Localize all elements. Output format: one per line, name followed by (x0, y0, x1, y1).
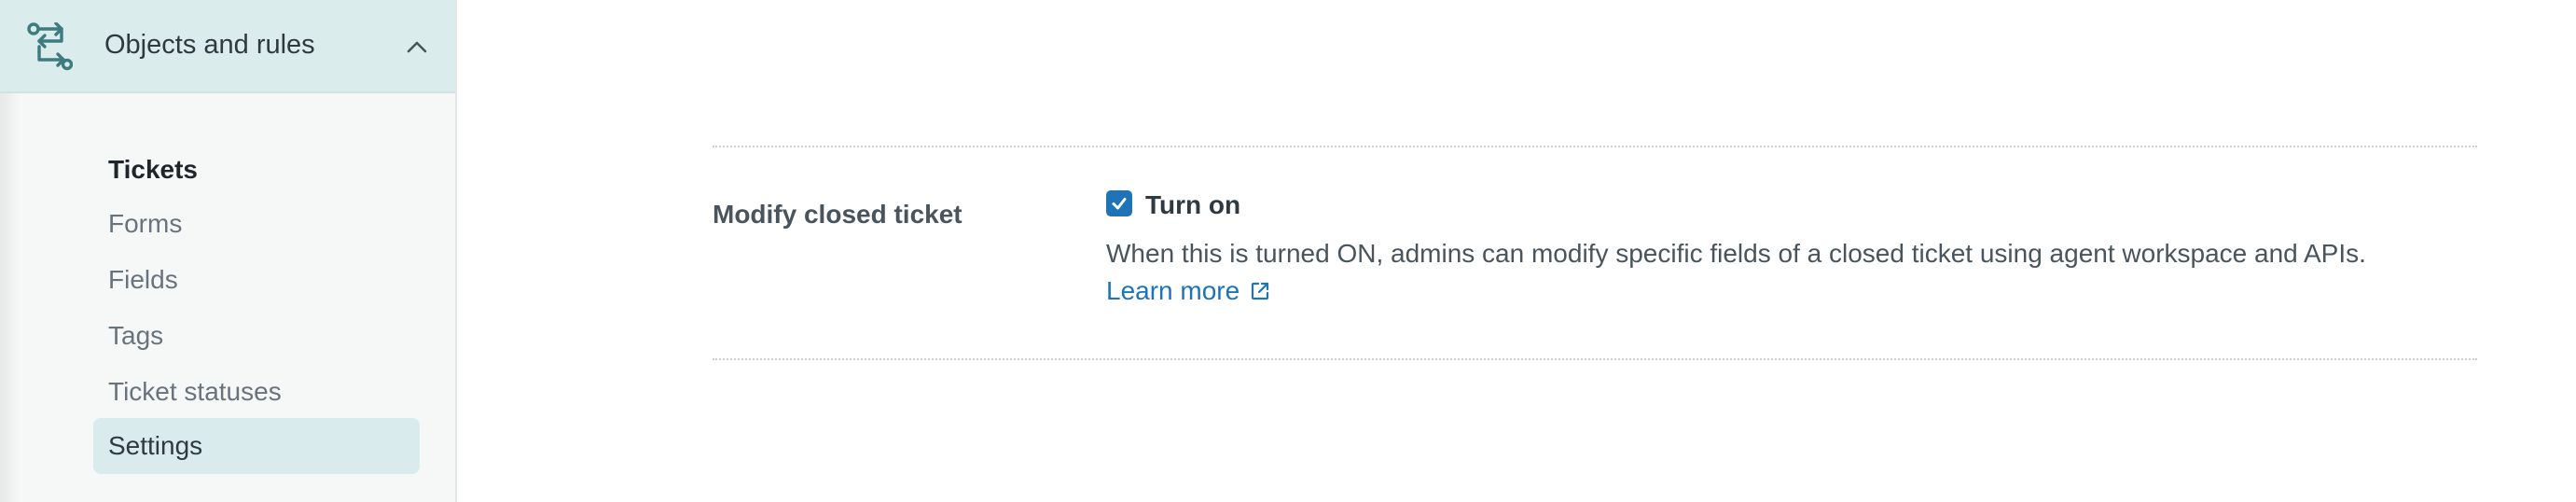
turn-on-checkbox[interactable] (1106, 190, 1132, 216)
sidebar-item-forms[interactable]: Forms (93, 196, 420, 252)
sidebar-item-tags[interactable]: Tags (93, 308, 420, 364)
checkmark-icon (1112, 198, 1127, 210)
setting-label: Modify closed ticket (713, 200, 963, 229)
sidebar-item-settings[interactable]: Settings (93, 418, 420, 474)
section-header-objects-and-rules[interactable]: Objects and rules (0, 0, 455, 93)
sidebar-item-ticket-statuses[interactable]: Ticket statuses (93, 364, 420, 420)
external-link-icon (1252, 282, 1269, 300)
divider-bottom (713, 358, 2477, 360)
sidebar: Objects and rules Tickets Forms Fields T… (0, 0, 457, 502)
learn-more-link[interactable]: Learn more (1106, 276, 1271, 306)
objects-rules-icon (27, 22, 73, 71)
setting-description: When this is turned ON, admins can modif… (1106, 239, 2366, 268)
chevron-up-icon[interactable] (403, 34, 431, 62)
sidebar-nav-header-tickets: Tickets (108, 155, 198, 184)
sidebar-item-fields[interactable]: Fields (93, 252, 420, 308)
section-title: Objects and rules (104, 30, 315, 60)
turn-on-label[interactable]: Turn on (1145, 190, 1240, 220)
divider-top (713, 146, 2477, 147)
learn-more-text: Learn more (1106, 276, 1240, 305)
